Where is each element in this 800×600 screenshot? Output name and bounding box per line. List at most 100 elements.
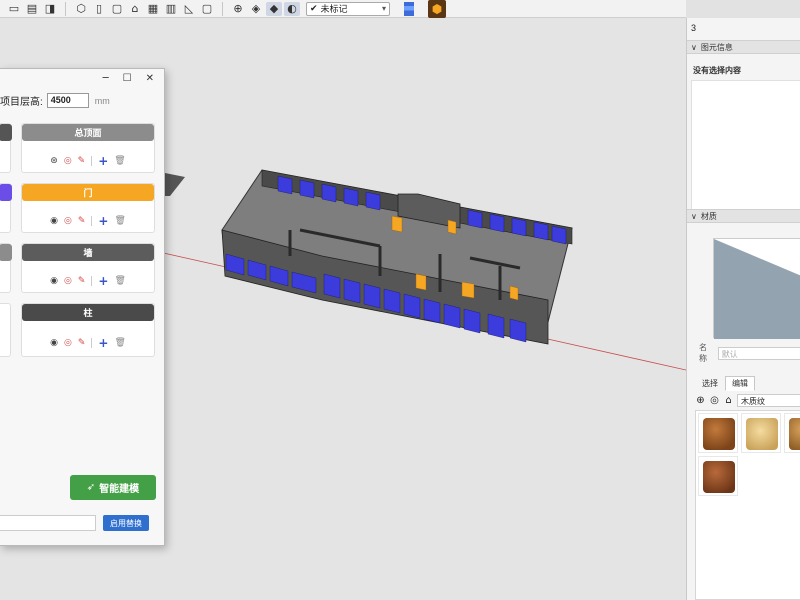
delete-icon[interactable]: 🗑: [114, 276, 125, 286]
material-tabs: 选择 编辑: [695, 376, 755, 391]
cube-outline-icon[interactable]: ⬡: [73, 2, 89, 16]
category-header[interactable]: 门: [22, 184, 154, 201]
delete-icon[interactable]: 🗑: [114, 338, 125, 348]
project-height-label: 项目层高:: [0, 97, 43, 108]
material-cube-icon: [703, 461, 735, 493]
front-view-icon[interactable]: ◆: [266, 1, 282, 16]
check-icon: ✔: [310, 3, 318, 14]
edit-icon[interactable]: ✎: [78, 338, 86, 348]
material-swatch[interactable]: [698, 456, 738, 496]
edit-icon[interactable]: ✎: [78, 156, 86, 166]
doc-icon[interactable]: ▢: [109, 2, 125, 16]
material-library-row: ⊕ ◎ ⌂ 木质纹: [695, 394, 800, 407]
visibility-icon[interactable]: ◎: [64, 276, 72, 286]
rocket-icon: ➶: [86, 482, 96, 493]
smart-modeling-dialog: ─ ☐ ✕ 项目层高: 4500 mm 总顶面 ⊛ ◎ ✎ + 🗑 门 ◉ ◎: [0, 68, 165, 546]
material-name-label: 名称: [699, 343, 707, 363]
visibility-icon[interactable]: ◎: [64, 216, 72, 226]
select-icon[interactable]: ⊛: [50, 156, 58, 166]
material-preview-swatch: [714, 239, 800, 339]
tag-select[interactable]: ✔ 未标记 ▾: [306, 1, 390, 16]
delete-icon[interactable]: 🗑: [114, 156, 125, 166]
category-actions: ◉ ◎ ✎ + 🗑: [22, 336, 154, 350]
tag-select-value: 未标记: [320, 4, 348, 14]
action-divider: [91, 338, 93, 348]
building-icon[interactable]: ⌂: [127, 2, 143, 16]
left-card-header: [0, 244, 12, 261]
category-header[interactable]: 墙: [22, 244, 154, 261]
tab-select[interactable]: 选择: [695, 376, 725, 391]
table-icon[interactable]: ▤: [24, 2, 40, 16]
toolbar-divider: [222, 1, 223, 16]
category-card-ceiling: 总顶面 ⊛ ◎ ✎ + 🗑: [21, 123, 155, 173]
section-icon[interactable]: ▭: [6, 2, 22, 16]
chevron-down-icon: ∨: [691, 211, 697, 221]
home-icon[interactable]: ⌂: [723, 395, 734, 406]
edit-icon[interactable]: ✎: [78, 276, 86, 286]
no-selection-text: 没有选择内容: [693, 66, 741, 75]
category-card-wall: 墙 ◉ ◎ ✎ + 🗑: [21, 243, 155, 293]
category-actions: ⊛ ◎ ✎ + 🗑: [22, 154, 154, 168]
side-view-icon[interactable]: ◐: [284, 1, 300, 16]
material-name-row: 名称 默认: [699, 342, 800, 364]
add-icon[interactable]: +: [98, 214, 108, 228]
replace-input[interactable]: [0, 515, 96, 531]
material-preview: [713, 238, 800, 339]
entity-info-header[interactable]: ∨ 图元信息: [687, 40, 800, 54]
add-material-icon[interactable]: ⊕: [695, 395, 706, 406]
project-height-input[interactable]: 4500: [46, 93, 89, 108]
grid-icon[interactable]: ▦: [145, 2, 161, 16]
select-icon[interactable]: ◉: [50, 338, 58, 348]
category-actions: ◉ ◎ ✎ + 🗑: [22, 274, 154, 288]
action-divider: [91, 156, 93, 166]
sample-paint-icon[interactable]: ◎: [709, 395, 720, 406]
edit-icon[interactable]: ✎: [78, 216, 86, 226]
add-icon[interactable]: +: [98, 154, 108, 168]
category-header[interactable]: 总顶面: [22, 124, 154, 141]
tray-panel: 3 ∨ 图元信息 没有选择内容 ∨ 材质 名称 默认 选择 编辑 ⊕ ◎ ⌂ 木…: [686, 18, 800, 600]
material-cube-icon: [789, 418, 800, 450]
category-actions: ◉ ◎ ✎ + 🗑: [22, 214, 154, 228]
visibility-icon[interactable]: ◎: [64, 156, 72, 166]
layers-icon[interactable]: [404, 1, 414, 16]
delete-icon[interactable]: 🗑: [114, 216, 125, 226]
smart-modeling-button[interactable]: ➶ 智能建模: [70, 475, 156, 500]
add-icon[interactable]: +: [98, 336, 108, 350]
project-height-row: 项目层高: 4500 mm: [0, 93, 110, 108]
tray-number: 3: [691, 23, 697, 33]
tab-edit[interactable]: 编辑: [725, 376, 755, 391]
wall-icon[interactable]: ◺: [181, 2, 197, 16]
door-icon[interactable]: ▯: [91, 2, 107, 16]
category-header[interactable]: 柱: [22, 304, 154, 321]
material-name-input[interactable]: 默认: [717, 346, 800, 360]
entity-info-box: [691, 80, 800, 210]
material-swatch[interactable]: [784, 413, 800, 453]
category-card-door: 门 ◉ ◎ ✎ + 🗑: [21, 183, 155, 233]
orbit-icon[interactable]: ⊕: [230, 2, 246, 16]
material-library-select[interactable]: 木质纹: [737, 394, 800, 407]
select-icon[interactable]: ◉: [50, 276, 58, 286]
left-card-3: [0, 243, 12, 293]
materials-title: 材质: [700, 211, 717, 221]
project-height-unit: mm: [94, 95, 110, 106]
panel-icon[interactable]: ◨: [42, 2, 58, 16]
left-card-header: [0, 184, 12, 201]
maximize-icon[interactable]: ☐: [123, 73, 132, 84]
material-cube-icon[interactable]: ⬢: [428, 0, 446, 18]
materials-header[interactable]: ∨ 材质: [687, 209, 800, 223]
close-icon[interactable]: ✕: [146, 73, 154, 84]
visibility-icon[interactable]: ◎: [64, 338, 72, 348]
minimize-icon[interactable]: ─: [103, 73, 109, 84]
iso-view-icon[interactable]: ◈: [248, 2, 264, 16]
material-swatch[interactable]: [741, 413, 781, 453]
add-icon[interactable]: +: [98, 274, 108, 288]
left-card-4: [0, 303, 11, 357]
toolbar-divider: [65, 1, 66, 16]
material-swatch[interactable]: [698, 413, 738, 453]
ground-plane-corner: [165, 173, 185, 196]
column-icon[interactable]: ▥: [163, 2, 179, 16]
dialog-titlebar: ─ ☐ ✕: [0, 69, 164, 87]
page-icon[interactable]: ▢: [199, 2, 215, 16]
select-icon[interactable]: ◉: [50, 216, 58, 226]
enable-replace-button[interactable]: 启用替换: [103, 515, 149, 531]
